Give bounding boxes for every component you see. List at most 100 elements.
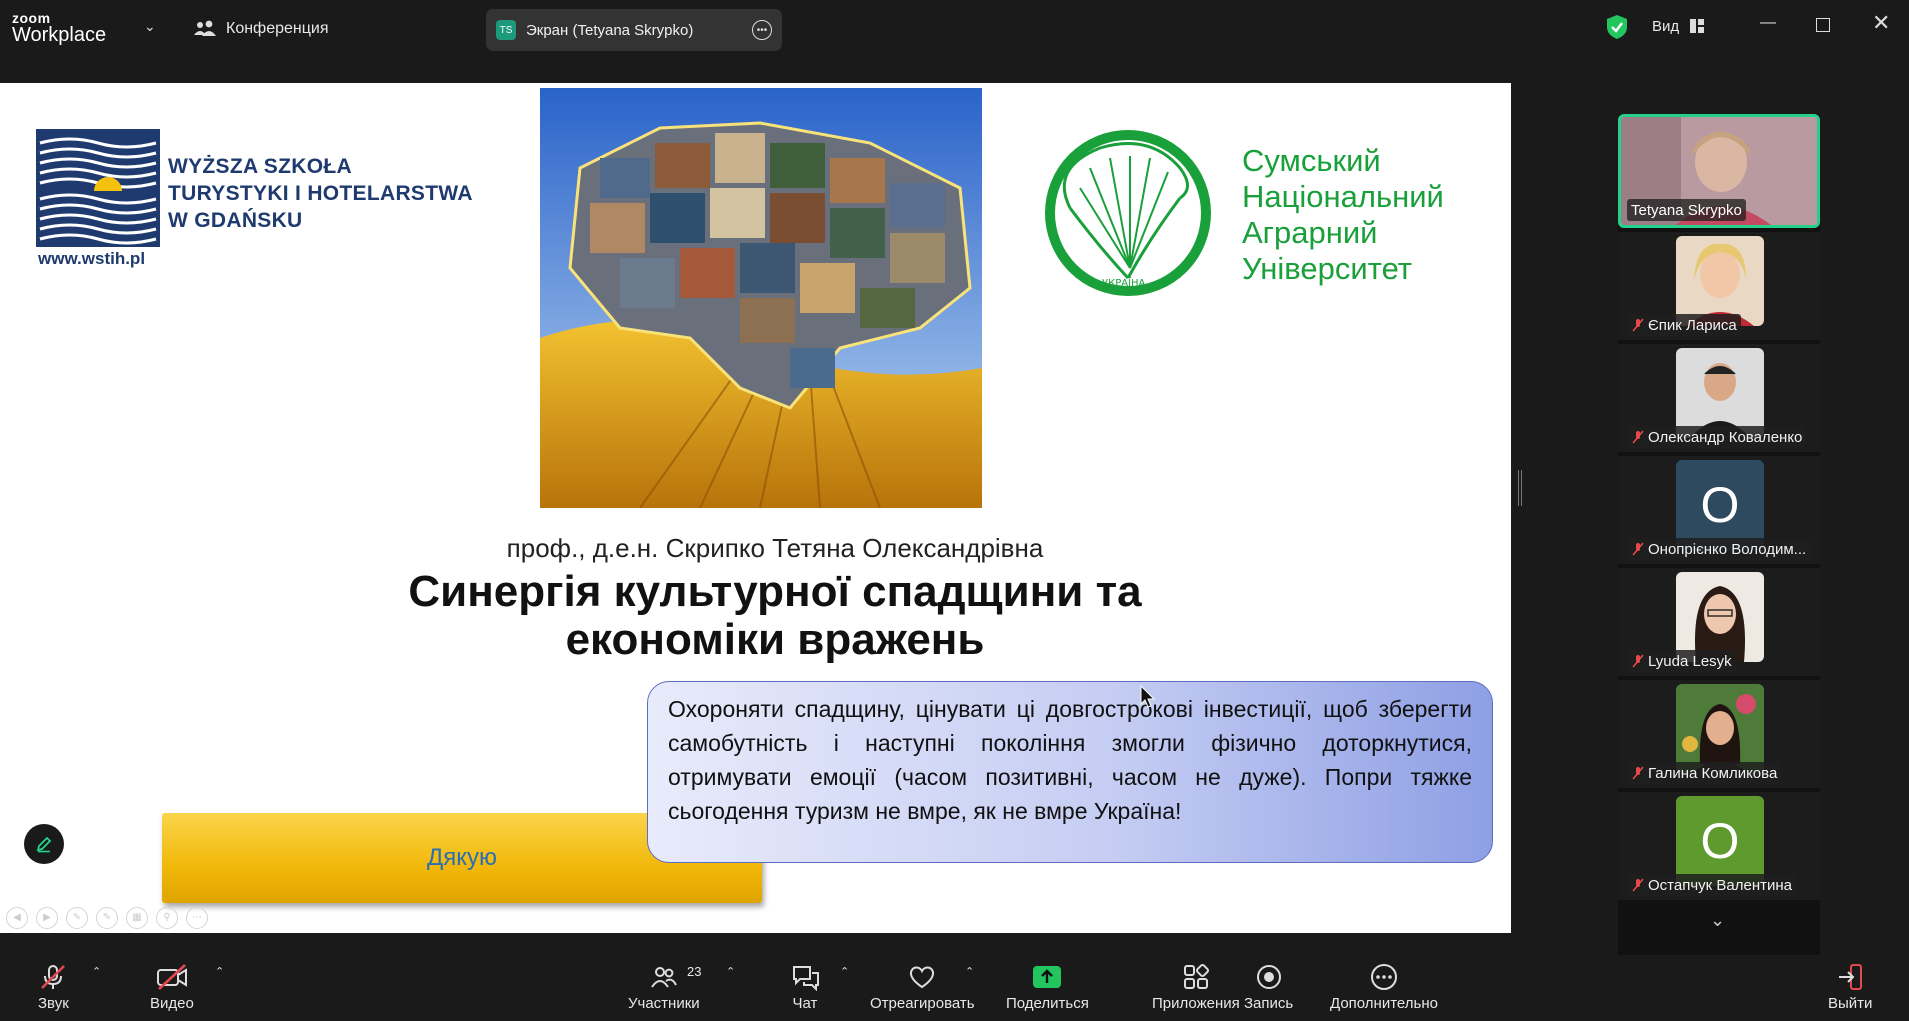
mic-muted-icon bbox=[1632, 878, 1644, 892]
snau-name-line: Сумський bbox=[1242, 143, 1381, 178]
apps-button[interactable]: Приложения bbox=[1152, 963, 1240, 1012]
participant-name: Tetyana Skrypko bbox=[1627, 199, 1746, 221]
snau-emblem-text: УКРАЇНА bbox=[1102, 276, 1146, 289]
more-label: Дополнительно bbox=[1330, 995, 1438, 1012]
slide-grid-icon[interactable]: ▦ bbox=[126, 907, 148, 929]
snau-name-line: Університет bbox=[1242, 251, 1412, 286]
shared-slide: WYŻSZA SZKOŁA TURYSTYKI I HOTELARSTWA W … bbox=[0, 83, 1511, 933]
participant-tile[interactable]: Єпик Лариса bbox=[1618, 232, 1820, 340]
participant-name-tag: Єпик Лариса bbox=[1628, 314, 1741, 336]
participant-tile[interactable]: Олександр Коваленко bbox=[1618, 344, 1820, 452]
audio-button[interactable]: Звук bbox=[38, 963, 69, 1012]
top-bar: zoom Workplace ⌄ Конференция TS Экран (T… bbox=[0, 0, 1909, 57]
record-label: Запись bbox=[1244, 995, 1294, 1012]
participant-name: Онопрієнко Володим... bbox=[1648, 540, 1807, 558]
security-shield-icon[interactable] bbox=[1606, 14, 1628, 40]
share-screen-icon bbox=[1033, 966, 1062, 988]
video-off-icon bbox=[156, 964, 187, 990]
participant-tile[interactable]: Lyuda Lesyk bbox=[1618, 568, 1820, 676]
leave-button[interactable]: Выйти bbox=[1828, 963, 1872, 1012]
react-label: Отреагировать bbox=[870, 995, 975, 1012]
audio-options-caret-icon[interactable]: ⌃ bbox=[92, 965, 101, 978]
participants-options-caret-icon[interactable]: ⌃ bbox=[726, 965, 735, 978]
chevron-down-icon[interactable]: ⌄ bbox=[144, 18, 156, 35]
participant-tile-active[interactable]: Tetyana Skrypko bbox=[1618, 114, 1820, 228]
slide-zoom-icon[interactable]: ⚲ bbox=[156, 907, 178, 929]
conference-button[interactable]: Конференция bbox=[194, 14, 329, 44]
wstih-url: www.wstih.pl bbox=[38, 249, 146, 268]
participant-tile[interactable]: О Остапчук Валентина bbox=[1618, 792, 1820, 900]
gallery-scroll-down-icon[interactable]: ⌄ bbox=[1710, 910, 1725, 931]
more-button[interactable]: Дополнительно bbox=[1330, 963, 1438, 1012]
participant-letter-avatar: О bbox=[1676, 796, 1764, 886]
more-icon bbox=[1370, 964, 1397, 990]
participant-name-tag: Остапчук Валентина bbox=[1628, 874, 1796, 896]
close-icon[interactable]: ✕ bbox=[1872, 10, 1890, 36]
mic-muted-icon bbox=[1632, 430, 1644, 444]
participants-icon bbox=[650, 967, 677, 988]
record-icon bbox=[1256, 965, 1281, 989]
slide-author: проф., д.е.н. Скрипко Тетяна Олександрів… bbox=[506, 533, 1044, 563]
participant-name-tag: Lyuda Lesyk bbox=[1628, 650, 1736, 672]
mic-muted-icon bbox=[1632, 654, 1644, 668]
video-options-caret-icon[interactable]: ⌃ bbox=[215, 965, 224, 978]
chat-options-caret-icon[interactable]: ⌃ bbox=[840, 965, 849, 978]
panel-resize-handle[interactable] bbox=[1518, 470, 1522, 506]
participants-gallery: Tetyana Skrypko Єпик Лариса Олександр Ко… bbox=[1618, 114, 1820, 958]
audio-label: Звук bbox=[38, 995, 69, 1012]
wstih-name-line: WYŻSZA SZKOŁA bbox=[168, 155, 352, 178]
screen-share-tab[interactable]: TS Экран (Tetyana Skrypko) ••• bbox=[486, 9, 782, 51]
grid-view-icon[interactable] bbox=[1690, 19, 1704, 33]
quote-callout: Охороняти спадщину, цінувати ці довгостр… bbox=[647, 681, 1493, 863]
leave-icon bbox=[1839, 964, 1863, 990]
participant-avatar bbox=[1676, 572, 1764, 662]
react-options-caret-icon[interactable]: ⌃ bbox=[965, 965, 974, 978]
participant-avatar bbox=[1676, 684, 1764, 774]
slide-more-icon[interactable]: ⋯ bbox=[186, 907, 208, 929]
wstih-name: WYŻSZA SZKOŁA TURYSTYKI I HOTELARSTWA W … bbox=[168, 153, 473, 234]
view-button[interactable]: Вид bbox=[1652, 18, 1679, 35]
more-options-icon[interactable]: ••• bbox=[752, 20, 772, 40]
participant-tile[interactable]: О Онопрієнко Володим... bbox=[1618, 456, 1820, 564]
app-logo-product: Workplace bbox=[12, 24, 107, 46]
participant-letter-avatar: О bbox=[1676, 460, 1764, 550]
slide-title: Синергія культурної спадщини та економік… bbox=[0, 568, 1511, 664]
annotate-pen-button[interactable] bbox=[24, 824, 64, 864]
chat-label: Чат bbox=[792, 995, 818, 1012]
participant-avatar bbox=[1676, 348, 1764, 438]
mic-muted-icon bbox=[1632, 542, 1644, 556]
react-button[interactable]: Отреагировать bbox=[870, 963, 975, 1012]
participant-name: Олександр Коваленко bbox=[1648, 428, 1803, 446]
wstih-logo-icon bbox=[36, 129, 160, 247]
wstih-name-line: W GDAŃSKU bbox=[168, 209, 303, 232]
mic-muted-icon bbox=[1632, 766, 1644, 780]
apps-icon bbox=[1183, 963, 1209, 989]
participant-name: Галина Комликова bbox=[1648, 764, 1778, 782]
participants-count: 23 bbox=[687, 964, 702, 979]
participants-label: Участники bbox=[628, 995, 700, 1012]
video-button[interactable]: Видео bbox=[150, 963, 194, 1012]
people-icon bbox=[194, 20, 216, 36]
participant-name-tag: Олександр Коваленко bbox=[1628, 426, 1807, 448]
next-slide-icon[interactable]: ▶ bbox=[36, 907, 58, 929]
snau-name: Сумський Національний Аграрний Університ… bbox=[1242, 143, 1444, 287]
mouse-cursor-icon bbox=[1140, 685, 1156, 708]
screen-share-label: Экран (Tetyana Skrypko) bbox=[526, 21, 694, 39]
chat-icon bbox=[793, 966, 819, 991]
slide-pen-icon[interactable]: ✎ bbox=[96, 907, 118, 929]
record-button[interactable]: Запись bbox=[1244, 963, 1293, 1012]
participant-name: Lyuda Lesyk bbox=[1648, 652, 1732, 670]
maximize-icon[interactable] bbox=[1816, 18, 1830, 32]
participant-name: Остапчук Валентина bbox=[1648, 876, 1792, 894]
chat-button[interactable]: Чат bbox=[790, 963, 820, 1012]
wstih-name-line: TURYSTYKI I HOTELARSTWA bbox=[168, 182, 473, 205]
participant-name-tag: Галина Комликова bbox=[1628, 762, 1782, 784]
participant-tile[interactable]: Галина Комликова bbox=[1618, 680, 1820, 788]
participant-name: Єпик Лариса bbox=[1648, 316, 1737, 334]
minimize-icon[interactable]: — bbox=[1760, 14, 1776, 32]
mic-muted-icon bbox=[41, 965, 66, 989]
prev-slide-icon[interactable]: ◀ bbox=[6, 907, 28, 929]
slide-pen-icon[interactable]: ✎ bbox=[66, 907, 88, 929]
snau-emblem-icon: УКРАЇНА bbox=[1045, 130, 1211, 296]
share-button[interactable]: Поделиться bbox=[1006, 963, 1089, 1012]
